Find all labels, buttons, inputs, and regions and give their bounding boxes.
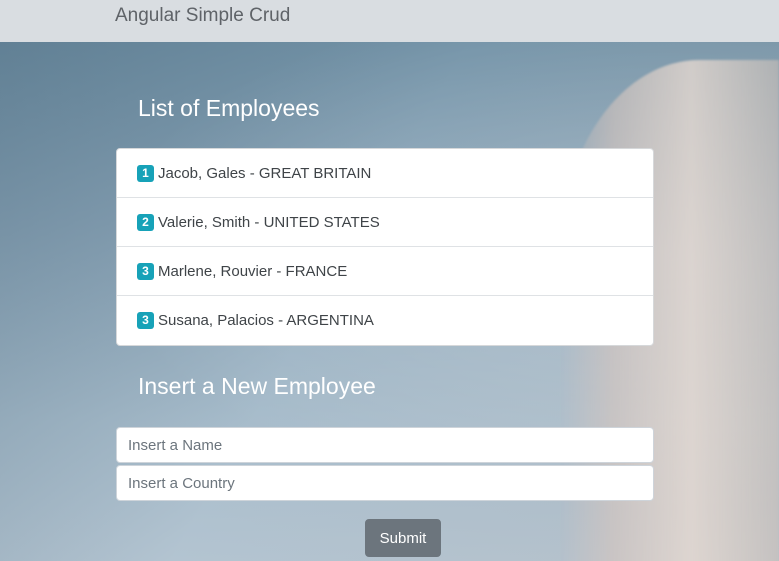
employee-badge: 3 (137, 312, 154, 329)
navbar: Angular Simple Crud (0, 0, 779, 42)
submit-button[interactable]: Submit (365, 519, 441, 557)
employee-badge: 1 (137, 164, 154, 182)
employee-badge: 3 (137, 262, 154, 280)
insert-title-wrap: Insert a New Employee (116, 372, 376, 400)
navbar-brand[interactable]: Angular Simple Crud (115, 5, 290, 27)
employee-text: Jacob, Gales - GREAT BRITAIN (158, 164, 372, 182)
employee-text: Valerie, Smith - UNITED STATES (158, 213, 380, 231)
insert-title: Insert a New Employee (138, 373, 376, 399)
country-input[interactable] (116, 465, 654, 501)
list-title: List of Employees (138, 95, 320, 121)
name-input[interactable] (116, 427, 654, 463)
employee-list-item[interactable]: 2 Valerie, Smith - UNITED STATES (117, 198, 653, 247)
employee-text: Marlene, Rouvier - FRANCE (158, 262, 348, 280)
employee-text: Susana, Palacios - ARGENTINA (158, 312, 374, 329)
list-title-wrap: List of Employees (116, 94, 320, 122)
employee-list-item[interactable]: 3 Susana, Palacios - ARGENTINA (117, 296, 653, 345)
employee-list-item[interactable]: 3 Marlene, Rouvier - FRANCE (117, 247, 653, 296)
employee-list: 1 Jacob, Gales - GREAT BRITAIN 2 Valerie… (116, 148, 654, 346)
employee-list-item[interactable]: 1 Jacob, Gales - GREAT BRITAIN (117, 149, 653, 198)
employee-badge: 2 (137, 213, 154, 231)
